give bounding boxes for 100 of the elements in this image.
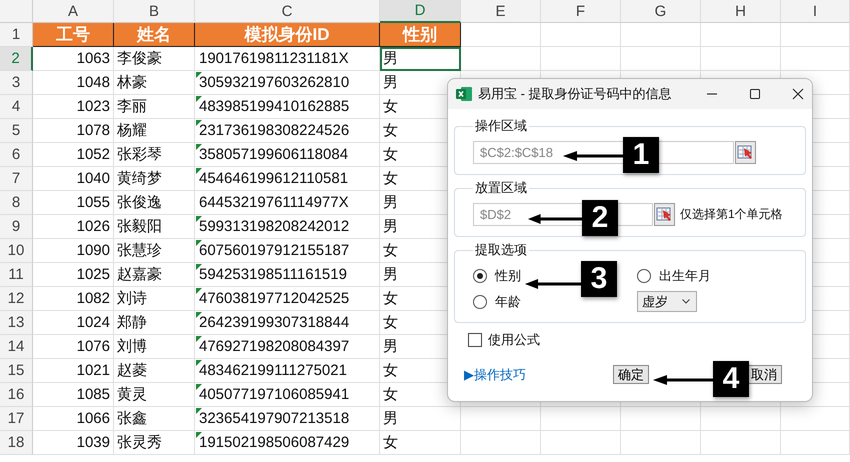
table-cell: 1090 <box>33 239 114 263</box>
table-cell: 1024 <box>33 311 114 335</box>
group-label: 放置区域 <box>474 179 528 197</box>
table-cell: 黄绮梦 <box>114 167 195 191</box>
table-cell: 1055 <box>33 191 114 215</box>
row-header[interactable]: 15 <box>0 359 33 383</box>
close-icon[interactable] <box>792 88 804 100</box>
row-header[interactable]: 9 <box>0 215 33 239</box>
radio-button[interactable] <box>637 269 651 283</box>
table-cell: 483985199410162885 <box>195 95 380 119</box>
row-header[interactable]: 17 <box>0 407 33 431</box>
header-cell: 工号 <box>33 23 114 47</box>
table-cell[interactable]: 女 <box>380 431 461 455</box>
table-cell: 张慧珍 <box>114 239 195 263</box>
column-header[interactable]: A <box>33 0 114 23</box>
table-cell: 李丽 <box>114 95 195 119</box>
table-cell: 191502198506087429 <box>195 431 380 455</box>
table-cell: 林豪 <box>114 71 195 95</box>
empty-cell <box>781 431 850 455</box>
column-header[interactable]: B <box>114 0 195 23</box>
empty-cell <box>781 23 850 47</box>
step-number-badge: 4 <box>713 361 749 397</box>
row-header[interactable]: 3 <box>0 71 33 95</box>
row-header[interactable]: 11 <box>0 263 33 287</box>
table-cell: 赵菱 <box>114 359 195 383</box>
header-cell: 模拟身份ID <box>195 23 380 47</box>
arrow <box>653 375 713 385</box>
step-number-badge: 2 <box>582 200 618 236</box>
table-cell: 李俊豪 <box>114 47 195 71</box>
table-cell: 张彩琴 <box>114 143 195 167</box>
tips-link[interactable]: ▶操作技巧 <box>464 366 614 384</box>
table-cell: 1066 <box>33 407 114 431</box>
radio-option[interactable]: 出生年月 <box>637 267 711 285</box>
table-cell: 358057199606118084 <box>195 143 380 167</box>
row-header[interactable]: 16 <box>0 383 33 407</box>
step-number-badge: 3 <box>581 261 617 297</box>
cancel-button[interactable]: 取消 <box>746 365 782 384</box>
row-header[interactable]: 7 <box>0 167 33 191</box>
table-cell: 1085 <box>33 383 114 407</box>
row-header[interactable]: 4 <box>0 95 33 119</box>
ok-button[interactable]: 确定 <box>613 365 649 384</box>
table-cell: 1078 <box>33 119 114 143</box>
table-cell[interactable]: 男 <box>380 47 461 71</box>
row-header[interactable]: 8 <box>0 191 33 215</box>
radio-button[interactable] <box>473 269 487 283</box>
column-header[interactable]: F <box>541 0 621 23</box>
table-cell: 323654197907213518 <box>195 407 380 431</box>
table-cell: 1052 <box>33 143 114 167</box>
radio-button[interactable] <box>473 294 487 308</box>
row-header[interactable]: 10 <box>0 239 33 263</box>
arrow <box>528 214 582 224</box>
table-cell: 1021 <box>33 359 114 383</box>
spreadsheet-app-icon <box>456 86 472 102</box>
column-header[interactable]: E <box>461 0 541 23</box>
formula-checkbox[interactable]: 使用公式 <box>468 331 806 349</box>
table-cell: 刘博 <box>114 335 195 359</box>
row-header[interactable]: 14 <box>0 335 33 359</box>
table-cell: 1040 <box>33 167 114 191</box>
maximize-icon[interactable] <box>749 88 761 100</box>
radio-option[interactable]: 性别 <box>473 267 521 285</box>
header-cell: 姓名 <box>114 23 195 47</box>
table-cell: 231736198308224526 <box>195 119 380 143</box>
table-cell: 305932197603262810 <box>195 71 380 95</box>
column-header[interactable]: D <box>380 0 461 23</box>
table-cell: 1048 <box>33 71 114 95</box>
row-header[interactable]: 13 <box>0 311 33 335</box>
table-cell: 1025 <box>33 263 114 287</box>
table-cell: 599313198208242012 <box>195 215 380 239</box>
column-header[interactable]: C <box>195 0 380 23</box>
column-header[interactable]: H <box>701 0 781 23</box>
row-header[interactable]: 6 <box>0 143 33 167</box>
column-header[interactable]: G <box>621 0 701 23</box>
row-header[interactable]: 18 <box>0 431 33 455</box>
table-cell: 1026 <box>33 215 114 239</box>
table-cell: 1023 <box>33 95 114 119</box>
row-header[interactable]: 1 <box>0 23 33 47</box>
window-title: 易用宝 - 提取身份证号码中的信息 <box>478 85 673 103</box>
table-cell: 1039 <box>33 431 114 455</box>
table-cell: 1063 <box>33 47 114 71</box>
table-cell: 黄灵 <box>114 383 195 407</box>
table-cell[interactable]: 男 <box>380 407 461 431</box>
radio-option[interactable]: 年龄 <box>473 291 521 312</box>
range-picker-icon[interactable] <box>654 203 675 226</box>
table-cell: 607560197912155187 <box>195 239 380 263</box>
table-cell: 19017619811231181X <box>195 47 380 71</box>
empty-cell <box>781 407 850 431</box>
table-cell: 264239199307318844 <box>195 311 380 335</box>
range-picker-icon[interactable] <box>735 141 756 164</box>
age-type-dropdown[interactable]: 虚岁 <box>637 291 697 312</box>
table-cell: 郑静 <box>114 311 195 335</box>
table-cell: 张俊逸 <box>114 191 195 215</box>
table-cell: 594253198511161519 <box>195 263 380 287</box>
row-header[interactable]: 5 <box>0 119 33 143</box>
table-cell: 405077197106085941 <box>195 383 380 407</box>
table-cell: 张灵秀 <box>114 431 195 455</box>
table-cell: 刘诗 <box>114 287 195 311</box>
row-header[interactable]: 2 <box>0 47 33 71</box>
column-header[interactable]: I <box>781 0 850 23</box>
row-header[interactable]: 12 <box>0 287 33 311</box>
table-cell: 454646199612110581 <box>195 167 380 191</box>
